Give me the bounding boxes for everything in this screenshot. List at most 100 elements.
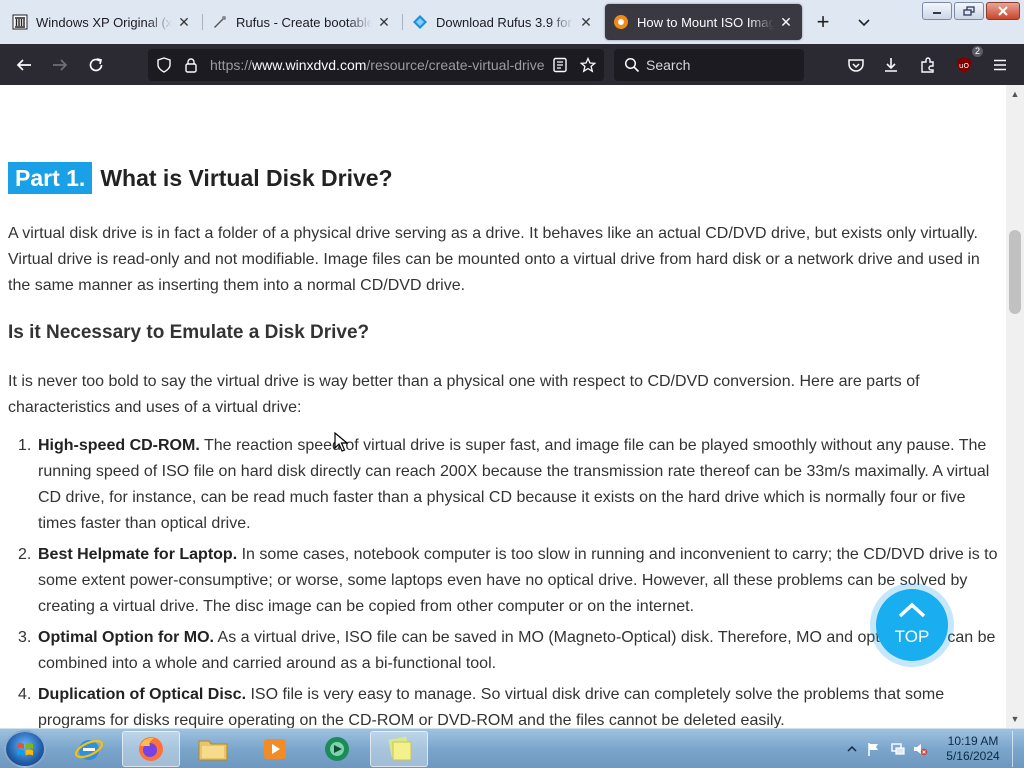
back-to-top-circle[interactable]: TOP	[876, 589, 948, 661]
scroll-down-arrow-icon[interactable]: ▼	[1010, 714, 1020, 724]
extension-badge: 2	[971, 46, 983, 57]
show-hidden-icons-icon[interactable]	[844, 741, 860, 757]
intro-paragraph: A virtual disk drive is in fact a folder…	[8, 225, 980, 294]
puzzle-icon	[921, 57, 934, 73]
close-icon[interactable]: ✕	[376, 14, 392, 30]
reader-view-icon[interactable]	[552, 57, 568, 73]
close-window-button[interactable]	[986, 2, 1020, 20]
taskbar: 10:19 AM 5/16/2024	[0, 728, 1024, 768]
back-to-top-button[interactable]: TOP	[870, 583, 954, 667]
list-item-lead: Duplication of Optical Disc.	[38, 686, 247, 703]
diamond-icon	[412, 14, 428, 30]
chevron-down-icon	[858, 19, 870, 27]
tab-separator	[402, 14, 403, 30]
downloads-button[interactable]	[878, 52, 904, 78]
system-clock[interactable]: 10:19 AM 5/16/2024	[928, 734, 1018, 764]
address-bar[interactable]: https://www.winxdvd.com/resource/create-…	[148, 49, 604, 81]
list-number: 4.	[18, 686, 32, 703]
tab-mount-iso[interactable]: How to Mount ISO Image ✕	[605, 4, 802, 40]
list-number: 3.	[18, 629, 32, 646]
minimize-icon	[933, 12, 941, 14]
pocket-button[interactable]	[843, 52, 869, 78]
list-number: 2.	[18, 546, 32, 563]
part-tag: Part 1.	[8, 162, 93, 194]
bookmark-star-icon[interactable]	[580, 57, 596, 73]
clock-date: 5/16/2024	[946, 749, 1000, 763]
taskbar-media-player[interactable]	[246, 731, 304, 767]
clock-time: 10:19 AM	[947, 734, 999, 748]
tab-title: Download Rufus 3.9 for Wi	[436, 14, 574, 30]
shield-icon[interactable]	[156, 57, 172, 73]
vertical-scrollbar[interactable]: ▲ ▼	[1006, 85, 1024, 728]
taskbar-file-explorer[interactable]	[184, 731, 242, 767]
tab-separator	[202, 14, 203, 30]
network-icon[interactable]	[890, 741, 906, 757]
show-desktop-button[interactable]	[1012, 731, 1022, 767]
search-placeholder: Search	[646, 57, 691, 73]
minimize-button[interactable]	[922, 2, 952, 20]
chevron-up-icon	[898, 602, 926, 618]
svg-text:uO: uO	[959, 62, 969, 70]
volume-muted-icon[interactable]	[912, 741, 928, 757]
scroll-up-arrow-icon[interactable]: ▲	[1010, 89, 1020, 99]
folder-icon	[198, 740, 228, 761]
url-scheme: https://	[210, 57, 253, 73]
media-center-icon	[325, 737, 349, 761]
tab-strip: Windows XP Original (x86- ✕ Rufus - Crea…	[0, 0, 1024, 44]
url-path: /resource/create-virtual-drive	[366, 57, 544, 73]
arrow-right-icon	[53, 59, 68, 71]
url-host: www.winxdvd.com	[252, 57, 367, 73]
taskbar-firefox[interactable]	[122, 731, 180, 767]
scrollbar-thumb[interactable]	[1009, 230, 1021, 314]
list-item-lead: Best Helpmate for Laptop.	[38, 546, 238, 563]
download-icon	[885, 58, 897, 72]
page-content: Part 1. What is Virtual Disk Drive? A vi…	[0, 85, 1006, 728]
tab-windows-xp[interactable]: Windows XP Original (x86- ✕	[4, 4, 200, 40]
extensions-button[interactable]	[915, 52, 941, 78]
close-icon[interactable]: ✕	[578, 14, 594, 30]
back-to-top-label: TOP	[894, 627, 930, 646]
tab-rufus[interactable]: Rufus - Create bootable US ✕	[204, 4, 400, 40]
taskbar-sticky-notes[interactable]	[370, 731, 428, 767]
mouse-cursor-icon	[334, 432, 348, 452]
taskbar-media-center[interactable]	[308, 731, 366, 767]
media-player-icon	[264, 739, 286, 759]
section-title: What is Virtual Disk Drive?	[100, 164, 393, 191]
forward-button[interactable]	[47, 52, 73, 78]
firefox-icon	[139, 737, 163, 761]
tab-title: Windows XP Original (x86-	[36, 14, 172, 30]
list-item-lead: Optimal Option for MO.	[38, 629, 214, 646]
close-icon[interactable]: ✕	[176, 14, 192, 30]
list-all-tabs-button[interactable]	[852, 10, 876, 34]
close-icon	[998, 6, 1008, 16]
close-icon[interactable]: ✕	[778, 14, 794, 30]
url-text[interactable]: https://www.winxdvd.com/resource/create-…	[210, 57, 544, 73]
subheading: Is it Necessary to Emulate a Disk Drive?	[8, 322, 370, 343]
search-bar[interactable]: Search	[614, 49, 804, 81]
menu-button[interactable]	[987, 52, 1013, 78]
sticky-notes-icon	[388, 736, 412, 761]
windows-logo-icon	[17, 743, 33, 756]
tab-title: Rufus - Create bootable US	[236, 14, 372, 30]
internet-explorer-icon	[74, 739, 104, 760]
start-button[interactable]	[4, 730, 46, 768]
reload-icon	[89, 58, 103, 72]
tab-download-rufus[interactable]: Download Rufus 3.9 for Wi ✕	[404, 4, 602, 40]
reload-button[interactable]	[83, 52, 109, 78]
taskbar-internet-explorer[interactable]	[60, 731, 118, 767]
tab-title: How to Mount ISO Image	[637, 14, 774, 30]
window-controls	[922, 2, 1020, 20]
restore-button[interactable]	[954, 2, 984, 20]
rufus-icon	[212, 14, 228, 30]
lock-icon[interactable]	[183, 57, 199, 73]
search-icon	[624, 57, 640, 73]
winx-icon	[613, 14, 629, 30]
back-button[interactable]	[11, 52, 37, 78]
hamburger-menu-icon	[994, 59, 1006, 71]
restore-icon	[963, 6, 975, 16]
ublock-origin-icon: uO	[957, 57, 971, 73]
new-tab-button[interactable]: +	[811, 9, 835, 34]
ublock-button[interactable]: uO 2	[951, 46, 983, 78]
action-center-flag-icon[interactable]	[866, 741, 882, 757]
list-item-lead: High-speed CD-ROM.	[38, 437, 200, 454]
